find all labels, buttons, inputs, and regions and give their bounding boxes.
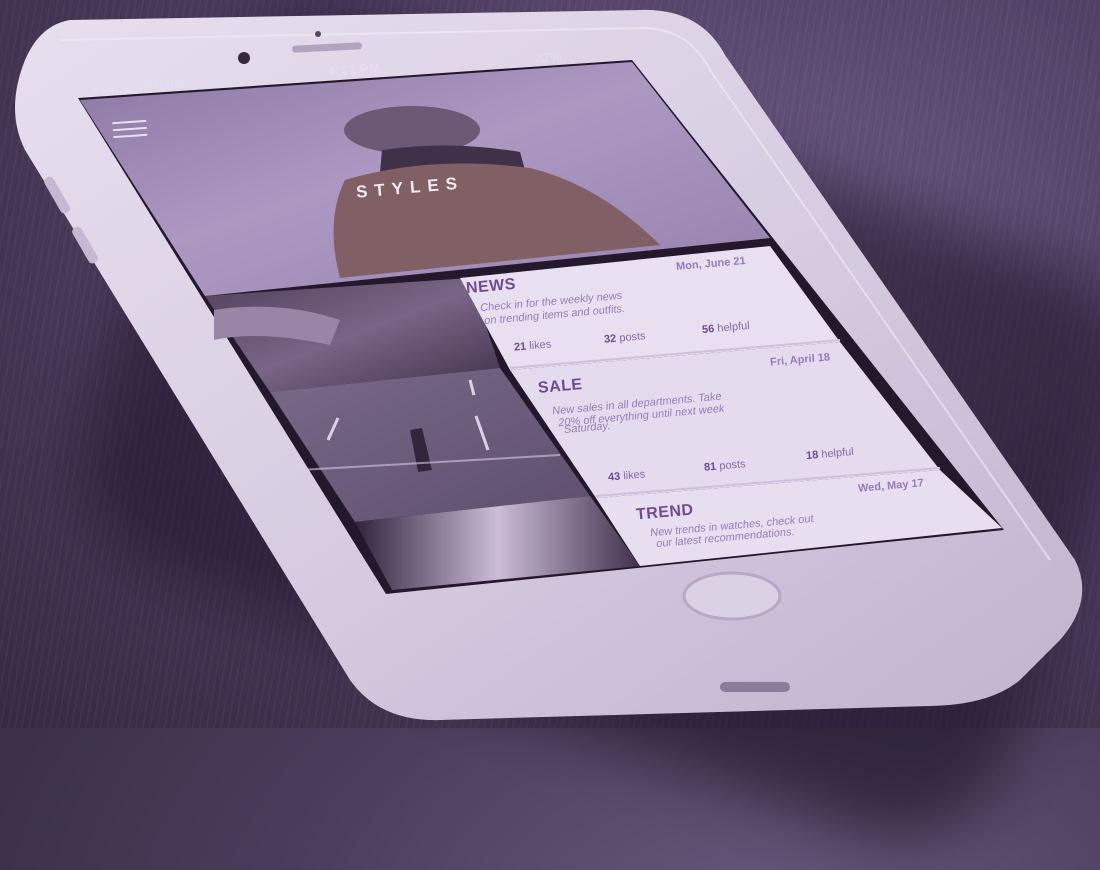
battery-percent: 22% [533,48,563,66]
proximity-sensor [315,31,321,37]
clock: 4:21 PM [327,60,381,79]
phone-device: ●●●○○ VIRGIN 4:21 PM 22% STYLES NEWS Mon… [0,0,1100,728]
hamburger-menu-icon[interactable] [112,119,148,144]
home-button-icon [682,571,782,621]
lightning-port [720,682,790,692]
phone-body [15,9,1083,721]
front-camera-icon [238,52,250,64]
